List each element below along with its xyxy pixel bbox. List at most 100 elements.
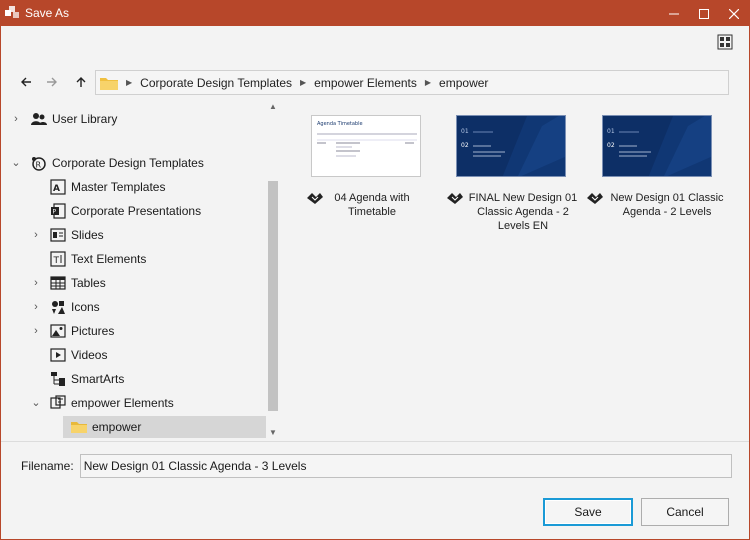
smartarts-icon: [51, 372, 65, 386]
app-logo-icon: [5, 6, 19, 18]
up-arrow-icon: [76, 77, 86, 87]
tree-item-corporate-presentations[interactable]: P Corporate Presentations: [2, 200, 266, 222]
folder-icon: [100, 77, 118, 90]
breadcrumb-empower-elements[interactable]: empower Elements: [314, 76, 417, 90]
tables-icon: [50, 276, 66, 290]
tree-item-label: Corporate Presentations: [71, 204, 202, 218]
minimize-button[interactable]: [659, 1, 689, 26]
tree-item-text-elements[interactable]: T Text Elements: [2, 248, 266, 270]
back-button[interactable]: [17, 73, 35, 91]
file-thumbnail[interactable]: Agenda Timetable: [311, 115, 421, 177]
dialog-toolbar: [1, 26, 749, 58]
close-icon: [729, 8, 739, 19]
tree-item-label: Icons: [71, 300, 100, 314]
chevron-right-icon[interactable]: ›: [31, 302, 41, 313]
tree-item-empower-elements[interactable]: ⌄ empower Elements: [2, 392, 266, 414]
svg-text:P: P: [53, 209, 57, 216]
empower-elements-icon: [50, 395, 66, 409]
tree-item-corporate-design-templates[interactable]: ⌄ R Corporate Design Templates: [2, 152, 266, 174]
tree-item-label: SmartArts: [71, 372, 125, 386]
tree-item-label: Slides: [71, 228, 104, 242]
tree-item-smartarts[interactable]: SmartArts: [2, 368, 266, 390]
tree-item-label: User Library: [52, 112, 118, 126]
agenda-number: 01: [607, 128, 615, 135]
folder-tree: › User Library ⌄ R Corporate Design Temp…: [2, 99, 278, 441]
file-name[interactable]: New Design 01 Classic Agenda - 2 Levels: [586, 191, 726, 219]
agenda-number: 02: [461, 142, 469, 149]
file-thumbnail[interactable]: 01 02: [456, 115, 566, 177]
agenda-number: 02: [607, 142, 615, 149]
forward-button[interactable]: [43, 73, 61, 91]
breadcrumb-empower[interactable]: empower: [439, 76, 488, 90]
user-library-icon: [31, 113, 47, 125]
maximize-button[interactable]: [689, 1, 719, 26]
tree-item-videos[interactable]: Videos: [2, 344, 266, 366]
tree-item-master-templates[interactable]: A Master Templates: [2, 176, 266, 198]
corporate-design-icon: R: [32, 157, 46, 171]
breadcrumb-corporate-design-templates[interactable]: Corporate Design Templates: [140, 76, 292, 90]
svg-text:T: T: [53, 256, 60, 266]
empower-file-icon: [447, 193, 463, 204]
tree-item-label: Pictures: [71, 324, 115, 338]
back-arrow-icon: [21, 77, 31, 87]
thumbnail-preview: 01 02: [607, 116, 711, 176]
chevron-down-icon[interactable]: ⌄: [11, 158, 21, 169]
view-mode-icon[interactable]: [717, 34, 733, 50]
tree-item-label: Tables: [71, 276, 106, 290]
agenda-number: 01: [461, 128, 469, 135]
cancel-button[interactable]: Cancel: [641, 498, 729, 526]
breadcrumb-separator: ▶: [300, 78, 307, 87]
text-elements-icon: T: [50, 251, 66, 267]
tree-item-label: empower: [92, 420, 142, 434]
up-button[interactable]: [72, 73, 90, 91]
breadcrumb-separator: ▶: [126, 78, 133, 87]
chevron-right-icon[interactable]: ›: [31, 278, 41, 289]
chevron-down-icon[interactable]: ⌄: [31, 398, 41, 409]
chevron-right-icon[interactable]: ›: [31, 326, 41, 337]
minimize-icon: [669, 13, 679, 14]
presentations-icon: P: [51, 203, 66, 219]
forward-arrow-icon: [47, 77, 57, 87]
tree-item-label: Text Elements: [71, 252, 147, 266]
pictures-icon: [50, 324, 66, 338]
scroll-down-button[interactable]: ▼: [267, 427, 278, 439]
tree-item-empower[interactable]: empower: [63, 416, 266, 438]
tree-item-icons[interactable]: › Icons: [2, 296, 266, 318]
tree-item-label: Master Templates: [71, 180, 166, 194]
svg-text:A: A: [53, 184, 60, 194]
chevron-right-icon[interactable]: ›: [11, 114, 21, 125]
tree-scrollbar-thumb[interactable]: [268, 181, 278, 411]
empower-file-icon: [307, 193, 323, 204]
tree-item-slides[interactable]: › Slides: [2, 224, 266, 246]
close-button[interactable]: [719, 1, 749, 26]
tree-item-label: Corporate Design Templates: [52, 156, 204, 170]
tree-item-pictures[interactable]: › Pictures: [2, 320, 266, 342]
window-title: Save As: [25, 6, 70, 20]
chevron-right-icon[interactable]: ›: [31, 230, 41, 241]
maximize-icon: [699, 8, 709, 19]
filename-input[interactable]: [79, 454, 732, 478]
file-grid: Agenda Timetable 04 Agenda with Timetabl…: [291, 99, 747, 441]
slides-icon: [50, 228, 66, 242]
icons-icon: [52, 301, 65, 314]
svg-text:R: R: [36, 161, 42, 170]
file-name[interactable]: 04 Agenda with Timetable: [291, 191, 431, 219]
file-name[interactable]: FINAL New Design 01 Classic Agenda - 2 L…: [442, 191, 582, 233]
scroll-up-button[interactable]: ▲: [267, 101, 278, 113]
tree-item-user-library[interactable]: › User Library: [2, 108, 266, 130]
empower-file-icon: [587, 193, 603, 204]
title-bar: Save As: [1, 1, 749, 26]
tree-item-tables[interactable]: › Tables: [2, 272, 266, 294]
navigation-bar: ▶ Corporate Design Templates ▶ empower E…: [1, 67, 749, 97]
save-as-dialog: Save As ▶ Corporate Design Templates ▶ e…: [0, 0, 750, 540]
thumb-title: Agenda Timetable: [317, 121, 363, 127]
folder-icon: [71, 422, 87, 433]
videos-icon: [50, 348, 66, 362]
save-button[interactable]: Save: [543, 498, 633, 526]
tree-item-label: empower Elements: [71, 396, 174, 410]
thumbnail-preview: Agenda Timetable: [317, 121, 417, 157]
file-thumbnail[interactable]: 01 02: [602, 115, 712, 177]
breadcrumb[interactable]: ▶ Corporate Design Templates ▶ empower E…: [95, 70, 729, 95]
filename-label: Filename:: [21, 459, 74, 473]
filename-row: Filename:: [21, 454, 732, 478]
